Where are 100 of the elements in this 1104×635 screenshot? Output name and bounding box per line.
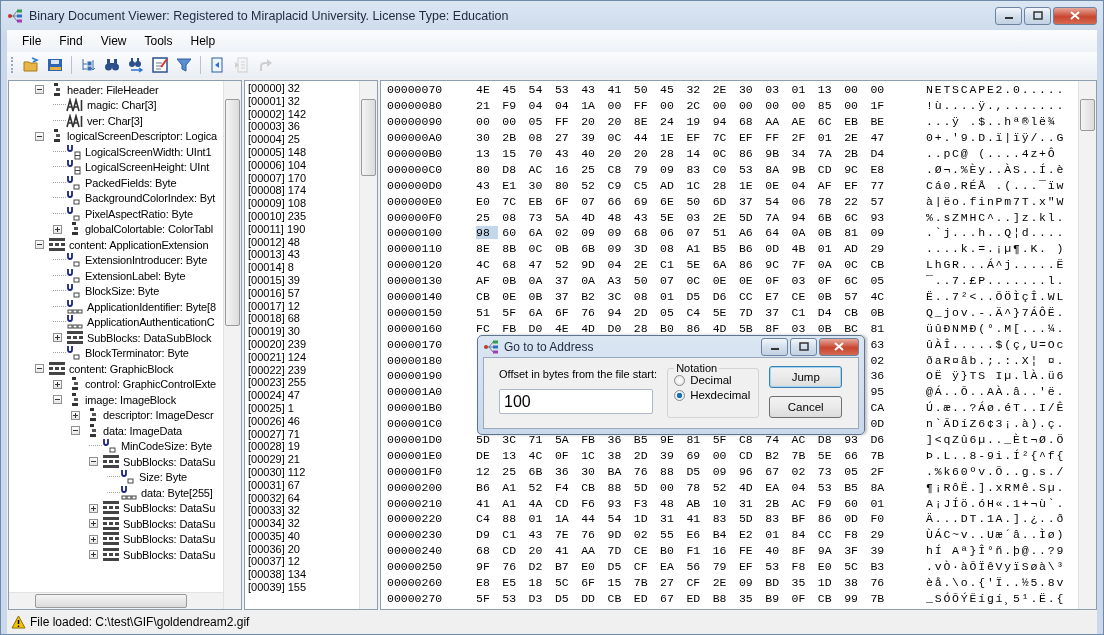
byte-value-item[interactable]: [00022] 239 xyxy=(248,363,359,377)
hex-byte[interactable]: 53 xyxy=(738,162,761,176)
hex-byte[interactable]: EB xyxy=(844,115,867,129)
tree-item[interactable]: ver: Char[3] xyxy=(87,114,143,127)
hex-byte[interactable]: A6 xyxy=(738,226,761,240)
byte-value-item[interactable]: [00030] 112 xyxy=(248,465,359,479)
hex-byte[interactable]: 57 xyxy=(870,194,893,208)
hex-byte[interactable]: 37 xyxy=(765,305,788,319)
hex-byte[interactable]: 0E xyxy=(738,274,761,288)
tree-item[interactable]: SubBlocks: DataSu xyxy=(123,517,216,530)
hex-byte[interactable]: 2E xyxy=(633,258,656,272)
byte-value-item[interactable]: [00013] 43 xyxy=(248,248,359,262)
tree-item[interactable]: Size: Byte xyxy=(139,471,188,484)
tree-item[interactable]: header: FileHeader xyxy=(67,83,159,96)
hex-byte[interactable]: 43 xyxy=(528,528,551,542)
hex-byte[interactable]: 43 xyxy=(554,147,577,160)
hex-byte[interactable]: 28 xyxy=(633,321,656,335)
hex-byte[interactable]: 30 xyxy=(528,178,551,192)
hex-byte[interactable]: 67 xyxy=(765,464,788,478)
tree-item[interactable]: BlockTerminator: Byte xyxy=(85,347,189,360)
byte-value-item[interactable]: [00019] 30 xyxy=(248,325,359,338)
hex-byte[interactable]: 30 xyxy=(738,83,761,97)
hex-byte[interactable]: 04 xyxy=(528,99,551,113)
byte-value-item[interactable]: [00008] 174 xyxy=(248,184,359,198)
hex-byte[interactable]: BF xyxy=(791,512,814,526)
hex-byte[interactable]: CA xyxy=(870,401,893,415)
byte-value-item[interactable]: [00016] 57 xyxy=(248,286,359,300)
hex-byte[interactable]: F9 xyxy=(502,99,525,113)
hex-byte[interactable]: 0F xyxy=(817,274,840,288)
hex-byte[interactable]: 68 xyxy=(502,258,525,272)
menu-item[interactable]: File xyxy=(13,32,51,50)
hex-byte[interactable]: B3 xyxy=(870,560,893,574)
hex-byte[interactable]: D5 xyxy=(607,560,630,574)
tree-item[interactable]: SubBlocks: DataSu xyxy=(123,548,216,561)
hex-byte[interactable]: 0C xyxy=(607,131,630,145)
hex-byte[interactable]: E8 xyxy=(476,576,498,590)
hex-byte[interactable]: 00 xyxy=(476,115,498,129)
minimize-button[interactable] xyxy=(995,6,1022,25)
hex-byte[interactable]: 27 xyxy=(554,131,577,145)
byte-value-item[interactable]: [00009] 108 xyxy=(248,197,359,210)
hex-byte[interactable]: D9 xyxy=(476,528,498,542)
hex-byte[interactable]: CC xyxy=(738,290,761,303)
hex-byte[interactable]: 76 xyxy=(502,560,525,574)
hex-byte[interactable]: 41 xyxy=(554,544,577,558)
byte-value-item[interactable]: [00038] 134 xyxy=(248,568,359,582)
hex-byte[interactable]: 79 xyxy=(633,162,656,176)
hex-byte[interactable]: 52 xyxy=(528,480,551,494)
hex-byte[interactable]: 6F xyxy=(554,305,577,319)
hex-byte[interactable]: 25 xyxy=(476,210,498,224)
hex-byte[interactable]: 68 xyxy=(476,544,498,558)
hex-byte[interactable]: 0E xyxy=(765,178,788,192)
hex-byte[interactable]: FF xyxy=(554,115,577,129)
hex-byte[interactable]: 2E xyxy=(712,210,735,224)
hex-byte[interactable]: E6 xyxy=(686,528,709,542)
hex-byte[interactable]: 1C xyxy=(686,178,709,192)
tree-item[interactable]: content: GraphicBlock xyxy=(69,362,174,375)
hex-byte[interactable]: 00 xyxy=(844,83,867,97)
hex-byte[interactable]: 03 xyxy=(686,210,709,224)
hex-byte[interactable]: BA xyxy=(607,464,630,478)
hex-byte[interactable]: 25 xyxy=(581,162,604,176)
hex-byte[interactable]: 36 xyxy=(870,369,893,383)
hex-byte[interactable]: 96 xyxy=(738,464,761,478)
byte-value-item[interactable]: [00034] 32 xyxy=(248,517,359,530)
hex-byte[interactable]: 2E xyxy=(712,83,735,97)
hex-byte[interactable]: 9F xyxy=(476,560,498,574)
byte-value-item[interactable]: [00000] 32 xyxy=(248,82,359,95)
hex-byte[interactable]: 00 xyxy=(712,99,735,113)
expand-toggle[interactable] xyxy=(89,550,98,560)
hex-byte[interactable]: 30 xyxy=(581,464,604,478)
byte-value-item[interactable]: [00024] 47 xyxy=(248,389,359,402)
hex-byte[interactable]: 6F xyxy=(581,576,604,590)
hex-byte[interactable]: 1D xyxy=(817,576,840,590)
hex-byte[interactable]: 56 xyxy=(686,560,709,574)
hex-byte[interactable]: 0B xyxy=(817,321,840,335)
hex-byte[interactable]: 2B xyxy=(765,496,788,510)
hex-byte[interactable]: 34 xyxy=(791,147,814,160)
hex-byte[interactable]: 1E xyxy=(660,131,683,145)
hex-byte[interactable]: 37 xyxy=(554,274,577,288)
byte-value-item[interactable]: [00026] 46 xyxy=(248,414,359,428)
hex-byte[interactable]: 13 xyxy=(502,448,525,462)
hex-byte[interactable]: E7 xyxy=(765,290,788,303)
hex-byte[interactable]: 0D xyxy=(765,242,788,256)
vertical-scrollbar[interactable] xyxy=(1078,81,1096,609)
hex-byte[interactable]: 2D xyxy=(633,448,656,462)
tree-item[interactable]: data: ImageData xyxy=(103,424,183,437)
hex-byte[interactable]: B2 xyxy=(765,448,788,462)
hex-byte[interactable]: 7B xyxy=(791,448,814,462)
hex-byte[interactable]: 1A xyxy=(581,99,604,113)
hex-byte[interactable]: 13 xyxy=(817,83,840,97)
hex-byte[interactable]: 5A xyxy=(554,433,577,447)
hex-byte[interactable]: BC xyxy=(844,321,867,335)
byte-value-item[interactable]: [00010] 235 xyxy=(248,209,359,223)
hex-byte[interactable]: AC xyxy=(791,496,814,510)
hex-byte[interactable]: 5F xyxy=(712,433,735,447)
hex-byte[interactable]: 40 xyxy=(581,147,604,160)
hex-byte[interactable]: D8 xyxy=(502,162,525,176)
hex-byte[interactable]: EF xyxy=(844,178,867,192)
hex-byte[interactable]: 95 xyxy=(870,385,893,399)
hex-byte[interactable]: 03 xyxy=(765,83,788,97)
hex-byte[interactable]: 16 xyxy=(554,162,577,176)
